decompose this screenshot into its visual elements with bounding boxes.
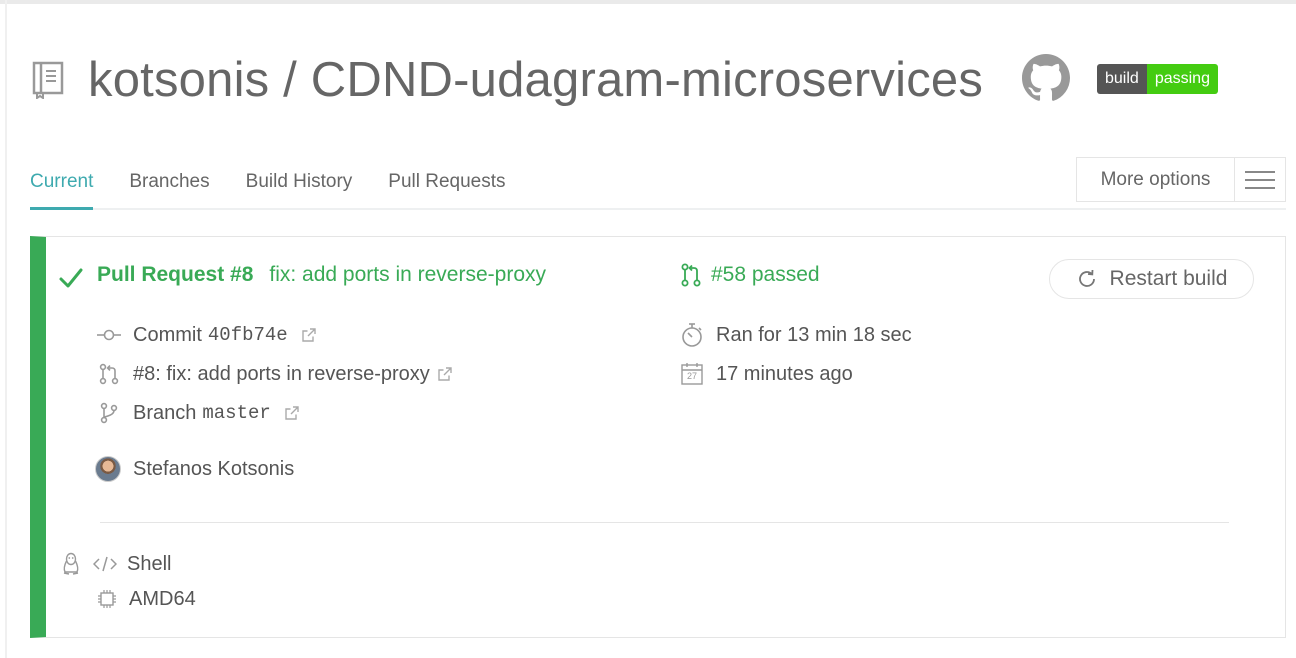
linux-icon <box>59 552 83 576</box>
branch-name-link[interactable]: master <box>202 402 270 424</box>
pull-request-row: #8: fix: add ports in reverse-proxy <box>97 362 452 386</box>
restart-build-label: Restart build <box>1109 267 1228 290</box>
cpu-icon <box>95 587 119 611</box>
branch-icon <box>97 401 121 425</box>
external-link-icon[interactable] <box>438 367 452 381</box>
external-link-icon[interactable] <box>285 406 299 420</box>
hamburger-menu-icon[interactable] <box>1235 158 1285 201</box>
branch-row: Branch master <box>97 401 299 425</box>
architecture: AMD64 <box>129 587 196 610</box>
build-title[interactable]: Pull Request #8 fix: add ports in reverse… <box>97 263 546 287</box>
external-link-icon[interactable] <box>302 328 316 342</box>
left-divider <box>5 0 7 658</box>
repo-tabs: Current Branches Build History Pull Requ… <box>30 160 542 210</box>
pull-request-link[interactable]: #8: fix: add ports in reverse-proxy <box>133 363 430 386</box>
pull-request-label: Pull Request #8 <box>97 263 254 286</box>
author-name: Stefanos Kotsonis <box>133 457 295 480</box>
arch-row: AMD64 <box>95 587 196 611</box>
build-card: Pull Request #8 fix: add ports in reverse… <box>30 236 1286 638</box>
pull-request-icon <box>681 263 701 287</box>
tab-pull-requests[interactable]: Pull Requests <box>388 160 505 210</box>
commit-message: fix: add ports in reverse-proxy <box>269 263 546 286</box>
top-divider <box>0 0 1296 4</box>
passed-check-icon <box>58 265 84 291</box>
card-divider <box>100 522 1229 523</box>
stopwatch-icon <box>680 323 704 347</box>
commit-label: Commit <box>133 323 202 346</box>
commit-row: Commit 40fb74e <box>97 323 316 347</box>
build-duration: Ran for 13 min 18 sec <box>716 323 912 346</box>
repo-links: build passing <box>30 50 1286 110</box>
more-options-label: More options <box>1077 158 1235 201</box>
tab-branches[interactable]: Branches <box>129 160 209 210</box>
os-row: Shell <box>59 552 171 576</box>
build-finished-time: 17 minutes ago <box>716 362 853 385</box>
branch-label: Branch <box>133 401 197 424</box>
build-status-badge[interactable]: build passing <box>1097 64 1218 94</box>
author-avatar <box>95 456 121 482</box>
badge-label: build <box>1097 64 1147 94</box>
restart-build-button[interactable]: Restart build <box>1049 259 1254 299</box>
calendar-day: 27 <box>686 371 697 381</box>
tab-build-history[interactable]: Build History <box>246 160 353 210</box>
finished-row: 27 17 minutes ago <box>680 362 853 386</box>
build-status-text: #58 passed <box>711 263 820 286</box>
duration-row: Ran for 13 min 18 sec <box>680 323 912 347</box>
build-number-status[interactable]: #58 passed <box>681 263 820 287</box>
badge-value: passing <box>1146 64 1218 94</box>
language: Shell <box>127 552 172 575</box>
commit-sha-link[interactable]: 40fb74e <box>208 324 288 346</box>
pull-request-icon <box>97 362 121 386</box>
code-icon <box>93 552 117 576</box>
more-options-button[interactable]: More options <box>1076 157 1286 202</box>
github-icon[interactable] <box>1022 54 1070 102</box>
commit-icon <box>97 323 121 347</box>
tab-current[interactable]: Current <box>30 160 94 210</box>
restart-icon <box>1078 269 1095 287</box>
calendar-icon: 27 <box>680 362 704 386</box>
author-row: Stefanos Kotsonis <box>95 456 294 482</box>
